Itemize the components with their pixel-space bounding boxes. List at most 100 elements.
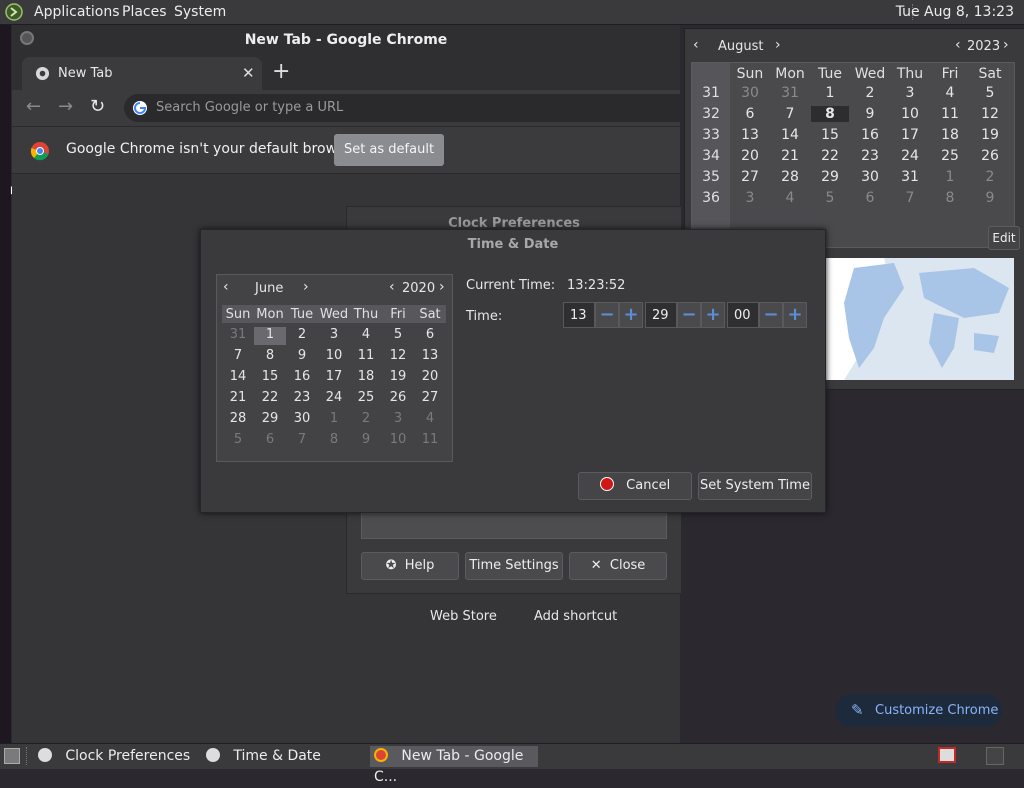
calendar-day[interactable]: 24 [318, 390, 350, 405]
calendar-day[interactable]: 5 [382, 327, 414, 342]
calendar-day[interactable]: 16 [286, 369, 318, 384]
calendar-day[interactable]: 17 [890, 127, 930, 143]
calendar-day[interactable]: 26 [970, 148, 1010, 164]
task-clock-preferences[interactable]: Clock Preferences [38, 746, 198, 767]
calendar-day[interactable]: 15 [254, 369, 286, 384]
calendar-day[interactable]: 25 [350, 390, 382, 405]
calendar-day[interactable]: 13 [414, 348, 446, 363]
calendar-day[interactable]: 10 [890, 106, 930, 122]
calendar-day[interactable]: 12 [382, 348, 414, 363]
calendar-day[interactable]: 17 [318, 369, 350, 384]
minutes-decrement-button[interactable]: − [677, 302, 701, 328]
calendar-day[interactable]: 23 [286, 390, 318, 405]
next-month-icon[interactable]: › [303, 279, 309, 295]
prev-year-icon[interactable]: ‹ [955, 37, 961, 53]
calendar-day[interactable]: 11 [350, 348, 382, 363]
time-settings-button[interactable]: Time Settings [465, 552, 563, 580]
trash-icon[interactable] [986, 747, 1004, 765]
calendar-day[interactable]: 31 [890, 169, 930, 185]
calendar-day[interactable]: 6 [254, 432, 286, 447]
calendar-day[interactable]: 30 [286, 411, 318, 426]
minutes-increment-button[interactable]: + [701, 302, 725, 328]
calendar-day[interactable]: 9 [970, 190, 1010, 206]
menu-applications[interactable]: Applications [34, 4, 120, 20]
calendar-day[interactable]: 18 [350, 369, 382, 384]
calendar-day[interactable]: 20 [414, 369, 446, 384]
edit-locations-button[interactable]: Edit [988, 226, 1020, 250]
calendar-day[interactable]: 15 [810, 127, 850, 143]
task-time-date[interactable]: Time & Date [206, 746, 366, 767]
calendar-day[interactable]: 9 [286, 348, 318, 363]
minutes-field[interactable]: 29 [645, 302, 677, 328]
set-as-default-button[interactable]: Set as default [334, 134, 444, 166]
calendar-day[interactable]: 23 [850, 148, 890, 164]
calendar-day[interactable]: 11 [930, 106, 970, 122]
next-month-icon[interactable]: › [775, 37, 781, 53]
seconds-decrement-button[interactable]: − [759, 302, 783, 328]
web-store-link[interactable]: Web Store [430, 609, 497, 624]
hours-decrement-button[interactable]: − [595, 302, 619, 328]
set-system-time-button[interactable]: Set System Time [698, 472, 812, 500]
calendar-day[interactable]: 11 [414, 432, 446, 447]
forward-icon[interactable]: → [58, 96, 73, 117]
calendar-day[interactable]: 10 [318, 348, 350, 363]
calendar-day[interactable]: 2 [286, 327, 318, 342]
calendar-day[interactable]: 5 [222, 432, 254, 447]
prev-year-icon[interactable]: ‹ [389, 279, 395, 295]
calendar-day[interactable]: 7 [890, 190, 930, 206]
calendar-day[interactable]: 28 [222, 411, 254, 426]
task-new-tab-chrome[interactable]: New Tab - Google C... [370, 746, 538, 785]
help-button[interactable]: ✪ Help [361, 552, 459, 580]
calendar-day[interactable]: 10 [382, 432, 414, 447]
calendar-day[interactable]: 19 [382, 369, 414, 384]
close-button[interactable]: ✕ Close [569, 552, 667, 580]
calendar-day[interactable]: 14 [222, 369, 254, 384]
menu-places[interactable]: Places [122, 4, 167, 20]
menu-system[interactable]: System [174, 4, 226, 20]
omnibox[interactable]: Search Google or type a URL [124, 94, 680, 122]
calendar-day[interactable]: 8 [930, 190, 970, 206]
tab-close-icon[interactable]: ✕ [242, 64, 255, 82]
preferences-field[interactable] [361, 513, 667, 539]
calendar-day[interactable]: 5 [970, 85, 1010, 101]
calendar-day[interactable]: 30 [730, 85, 770, 101]
hours-field[interactable]: 13 [563, 302, 595, 328]
calendar-day[interactable]: 1 [810, 85, 850, 101]
calendar-day[interactable]: 5 [810, 190, 850, 206]
calendar-day[interactable]: 1 [318, 411, 350, 426]
calendar-day[interactable]: 3 [890, 85, 930, 101]
calendar-day[interactable]: 3 [318, 327, 350, 342]
calendar-day[interactable]: 28 [770, 169, 810, 185]
hours-increment-button[interactable]: + [619, 302, 643, 328]
seconds-increment-button[interactable]: + [783, 302, 807, 328]
calendar-day[interactable]: 30 [850, 169, 890, 185]
next-year-icon[interactable]: › [439, 279, 445, 295]
new-tab-button[interactable]: + [272, 59, 290, 84]
calendar-day[interactable]: 1 [254, 327, 286, 345]
distro-logo-icon[interactable] [5, 3, 23, 21]
calendar-day[interactable]: 7 [770, 106, 810, 122]
panel-clock[interactable]: Tue Aug 8, 13:23 [896, 4, 1014, 20]
calendar-day[interactable]: 6 [730, 106, 770, 122]
calendar-day[interactable]: 2 [850, 85, 890, 101]
calendar-day[interactable]: 8 [811, 106, 849, 122]
calendar-day[interactable]: 2 [350, 411, 382, 426]
tab-new-tab[interactable]: New Tab ✕ [22, 57, 262, 90]
add-shortcut-link[interactable]: Add shortcut [534, 609, 617, 624]
reload-icon[interactable]: ↻ [90, 96, 105, 117]
calendar-day[interactable]: 13 [730, 127, 770, 143]
calendar-day[interactable]: 16 [850, 127, 890, 143]
cancel-button[interactable]: Cancel [578, 472, 692, 500]
calendar-day[interactable]: 26 [382, 390, 414, 405]
calendar-day[interactable]: 12 [970, 106, 1010, 122]
calendar-day[interactable]: 6 [414, 327, 446, 342]
calendar-day[interactable]: 27 [414, 390, 446, 405]
calendar-day[interactable]: 19 [970, 127, 1010, 143]
calendar-day[interactable]: 9 [350, 432, 382, 447]
calendar-day[interactable]: 20 [730, 148, 770, 164]
calendar-day[interactable]: 9 [850, 106, 890, 122]
calendar-day[interactable]: 29 [810, 169, 850, 185]
seconds-field[interactable]: 00 [727, 302, 759, 328]
calendar-day[interactable]: 25 [930, 148, 970, 164]
calendar-day[interactable]: 3 [730, 190, 770, 206]
